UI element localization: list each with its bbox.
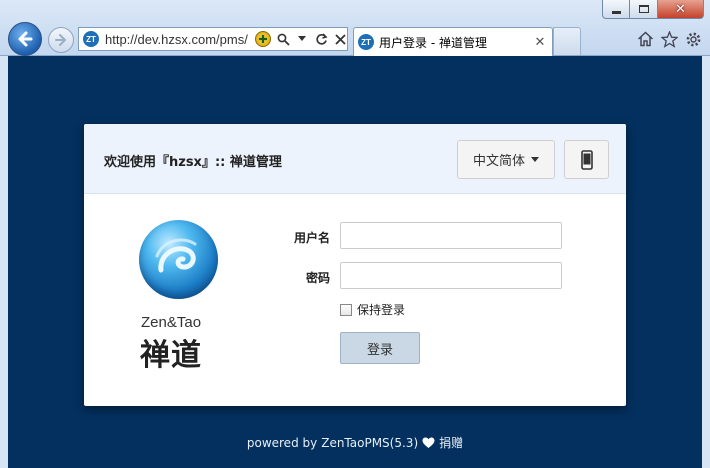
mobile-view-button[interactable] [564,140,609,179]
logo-globe-icon [139,220,218,299]
powered-by-text: powered by [246,435,318,450]
window-controls: ✕ [602,0,704,19]
product-link[interactable]: ZenTaoPMS(5.3) [321,436,418,450]
username-input[interactable] [340,222,562,249]
tab-favicon-icon: ZT [358,34,374,50]
login-submit-button[interactable]: 登录 [340,332,420,364]
address-url[interactable]: http://dev.hzsx.com/pms/ [105,32,251,47]
close-icon: ✕ [675,1,686,17]
zentao-logo: Zen&Tao 禅道 [124,216,234,376]
heart-icon [422,437,435,448]
site-favicon-icon: ZT [83,31,99,47]
username-label: 用户名 [293,231,330,245]
language-label: 中文简体 [472,154,525,169]
password-label: 密码 [305,271,330,285]
chevron-down-icon [531,157,539,162]
favorites-star-icon[interactable] [660,30,678,48]
welcome-title: 欢迎使用『hzsx』:: 禅道管理 [104,155,282,170]
mobile-phone-icon [580,149,593,170]
back-button[interactable] [8,22,42,56]
keep-login-checkbox[interactable] [340,303,352,316]
donate-link[interactable]: 捐赠 [439,434,463,451]
address-bar-actions [255,31,347,47]
browser-chrome: ✕ ZT http://dev.hzsx.com/pms/ ZT 用户登录 - … [0,0,710,56]
logo-wordmark: Zen&Tao [141,314,202,331]
tab-close-icon[interactable]: ✕ [532,35,548,50]
password-input[interactable] [340,262,562,289]
login-card-header: 欢迎使用『hzsx』:: 禅道管理 中文简体 [84,124,626,194]
login-card: 欢迎使用『hzsx』:: 禅道管理 中文简体 Zen&Tao 禅道 用户名 密码… [84,124,626,406]
page-background: 欢迎使用『hzsx』:: 禅道管理 中文简体 Zen&Tao 禅道 用户名 密码… [8,56,702,468]
minimize-button[interactable] [602,0,630,19]
plus-icon [259,35,267,43]
home-icon[interactable] [636,30,654,48]
forward-arrow-icon [55,34,66,46]
browser-tab[interactable]: ZT 用户登录 - 禅道管理 ✕ [353,27,553,56]
search-icon[interactable] [276,32,290,46]
settings-gear-icon[interactable] [684,30,702,48]
keep-login-option[interactable]: 保持登录 [340,301,405,318]
minimize-icon [611,10,621,14]
refresh-icon[interactable] [314,32,328,46]
back-arrow-icon [18,31,33,47]
maximize-icon [638,5,649,13]
language-select[interactable]: 中文简体 [457,140,555,179]
logo-chinese-mark: 禅道 [140,338,202,373]
keep-login-label: 保持登录 [357,303,406,317]
compatibility-view-icon[interactable] [255,31,271,47]
tab-title: 用户登录 - 禅道管理 [379,35,487,50]
stop-icon[interactable] [333,32,347,46]
new-tab-button[interactable] [553,27,581,55]
dropdown-icon[interactable] [295,32,309,46]
forward-button[interactable] [48,27,74,53]
browser-tools [636,30,702,48]
close-window-button[interactable]: ✕ [658,0,704,19]
page-footer: powered by ZenTaoPMS(5.3) 捐赠 [8,434,702,451]
maximize-button[interactable] [630,0,658,19]
address-bar[interactable]: ZT http://dev.hzsx.com/pms/ [78,27,348,51]
